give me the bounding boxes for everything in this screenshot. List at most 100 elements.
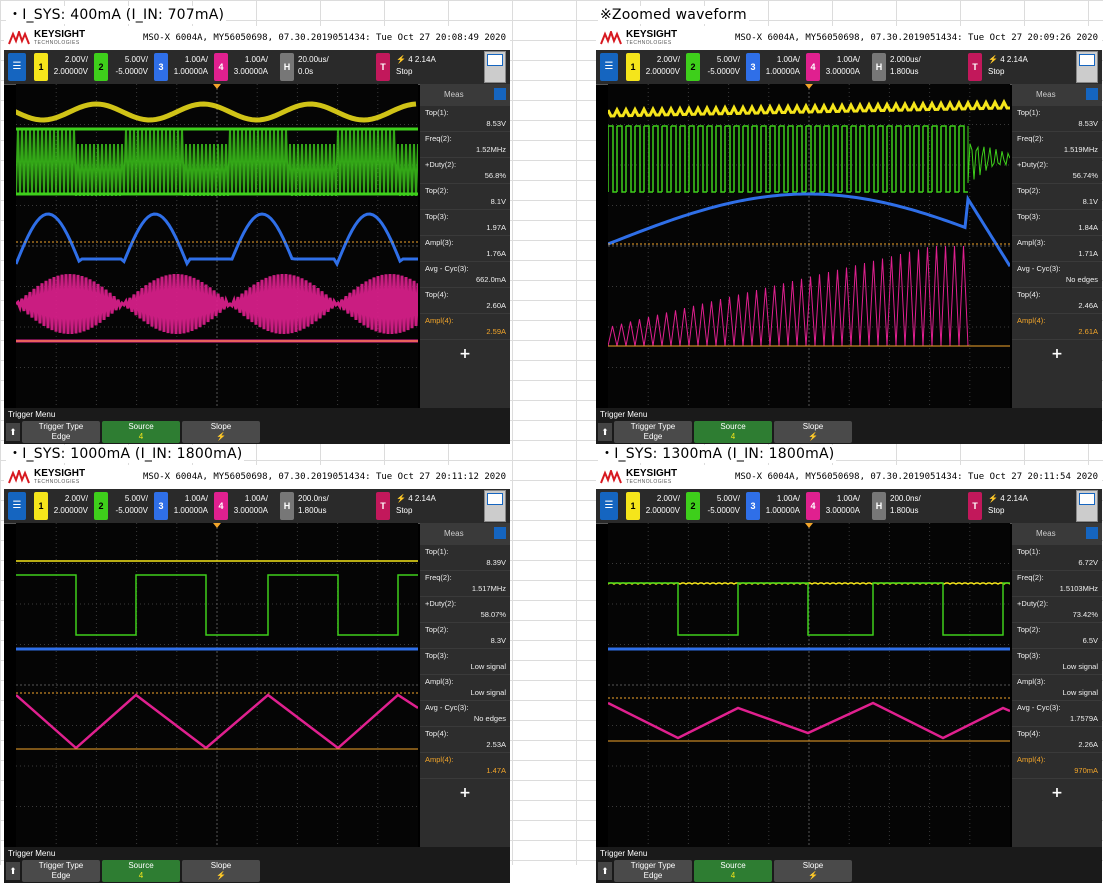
channel-1-button[interactable]: 1 <box>34 53 48 81</box>
slope-softkey[interactable]: Slope ⚡ <box>182 421 260 443</box>
meas-menu-icon[interactable] <box>1086 88 1098 100</box>
display-mode-button[interactable] <box>1076 490 1098 522</box>
source-softkey[interactable]: Source 4 <box>694 421 772 443</box>
measurement-row[interactable]: Top(4): 2.26A <box>1012 727 1102 753</box>
menu-button[interactable]: ☰ <box>8 492 26 520</box>
channel-4-button[interactable]: 4 <box>806 492 820 520</box>
source-softkey[interactable]: Source 4 <box>102 421 180 443</box>
slope-softkey[interactable]: Slope ⚡ <box>774 860 852 882</box>
measurement-row[interactable]: Top(3): Low signal <box>1012 649 1102 675</box>
measurement-row[interactable]: Freq(2): 1.519MHz <box>1012 132 1102 158</box>
measurement-label: Ampl(3): <box>1017 238 1046 247</box>
channel-3-button[interactable]: 3 <box>746 53 760 81</box>
measurement-row[interactable]: Freq(2): 1.52MHz <box>420 132 510 158</box>
channel-2-button[interactable]: 2 <box>686 53 700 81</box>
measurement-row[interactable]: Top(2): 8.1V <box>420 184 510 210</box>
measurement-row[interactable]: Ampl(3): Low signal <box>420 675 510 701</box>
waveform-display[interactable] <box>16 84 418 408</box>
display-mode-button[interactable] <box>484 51 506 83</box>
measurement-row[interactable]: Freq(2): 1.5103MHz <box>1012 571 1102 597</box>
measurement-row[interactable]: Top(3): 1.97A <box>420 210 510 236</box>
trigger-type-softkey[interactable]: Trigger Type Edge <box>22 860 100 882</box>
measurement-row[interactable]: Ampl(4): 1.47A <box>420 753 510 779</box>
trigger-button[interactable]: T <box>376 492 390 520</box>
trigger-button[interactable]: T <box>968 492 982 520</box>
slope-softkey[interactable]: Slope ⚡ <box>774 421 852 443</box>
meas-menu-icon[interactable] <box>1086 527 1098 539</box>
measurement-row[interactable]: Top(4): 2.46A <box>1012 288 1102 314</box>
horizontal-button[interactable]: H <box>872 53 886 81</box>
source-softkey[interactable]: Source 4 <box>694 860 772 882</box>
channel-2-button[interactable]: 2 <box>94 492 108 520</box>
measurement-row[interactable]: Top(3): 1.84A <box>1012 210 1102 236</box>
measurement-row[interactable]: Ampl(4): 2.61A <box>1012 314 1102 340</box>
trigger-type-softkey[interactable]: Trigger Type Edge <box>614 860 692 882</box>
measurement-row[interactable]: Top(1): 8.53V <box>420 106 510 132</box>
window-icon <box>487 54 503 66</box>
menu-button[interactable]: ☰ <box>600 53 618 81</box>
measurement-row[interactable]: +Duty(2): 58.07% <box>420 597 510 623</box>
measurement-row[interactable]: +Duty(2): 56.8% <box>420 158 510 184</box>
measurement-label: Top(4): <box>425 290 449 299</box>
source-softkey[interactable]: Source 4 <box>102 860 180 882</box>
measurement-row[interactable]: Ampl(4): 970mA <box>1012 753 1102 779</box>
slope-softkey[interactable]: Slope ⚡ <box>182 860 260 882</box>
waveform-display[interactable] <box>608 523 1010 847</box>
add-measurement-button[interactable]: + <box>420 785 510 801</box>
trigger-button[interactable]: T <box>968 53 982 81</box>
channel-2-button[interactable]: 2 <box>686 492 700 520</box>
channel-3-button[interactable]: 3 <box>154 53 168 81</box>
measurement-row[interactable]: Top(1): 8.39V <box>420 545 510 571</box>
channel-1-button[interactable]: 1 <box>626 492 640 520</box>
channel-4-button[interactable]: 4 <box>214 492 228 520</box>
horizontal-button[interactable]: H <box>872 492 886 520</box>
measurement-row[interactable]: Top(3): Low signal <box>420 649 510 675</box>
horizontal-button[interactable]: H <box>280 492 294 520</box>
trigger-button[interactable]: T <box>376 53 390 81</box>
menu-button[interactable]: ☰ <box>8 53 26 81</box>
measurement-row[interactable]: +Duty(2): 56.74% <box>1012 158 1102 184</box>
measurement-row[interactable]: Top(2): 8.3V <box>420 623 510 649</box>
channel-4-button[interactable]: 4 <box>214 53 228 81</box>
measurement-row[interactable]: Top(1): 8.53V <box>1012 106 1102 132</box>
meas-title: Meas <box>1036 529 1056 538</box>
keysight-logo-icon <box>8 467 30 488</box>
measurement-row[interactable]: +Duty(2): 73.42% <box>1012 597 1102 623</box>
display-mode-button[interactable] <box>484 490 506 522</box>
channel-2-button[interactable]: 2 <box>94 53 108 81</box>
measurement-row[interactable]: Ampl(3): 1.71A <box>1012 236 1102 262</box>
add-measurement-button[interactable]: + <box>1012 785 1102 801</box>
channel-1-button[interactable]: 1 <box>626 53 640 81</box>
measurement-row[interactable]: Top(4): 2.53A <box>420 727 510 753</box>
measurement-row[interactable]: Freq(2): 1.517MHz <box>420 571 510 597</box>
trigger-type-softkey[interactable]: Trigger Type Edge <box>614 421 692 443</box>
measurement-row[interactable]: Top(2): 8.1V <box>1012 184 1102 210</box>
channel-4-button[interactable]: 4 <box>806 53 820 81</box>
display-mode-button[interactable] <box>1076 51 1098 83</box>
add-measurement-button[interactable]: + <box>1012 346 1102 362</box>
measurement-row[interactable]: Ampl(3): Low signal <box>1012 675 1102 701</box>
measurement-row[interactable]: Ampl(4): 2.59A <box>420 314 510 340</box>
measurement-row[interactable]: Avg - Cyc(3): 662.0mA <box>420 262 510 288</box>
menu-button[interactable]: ☰ <box>600 492 618 520</box>
measurement-row[interactable]: Top(2): 6.5V <box>1012 623 1102 649</box>
measurement-row[interactable]: Avg - Cyc(3): 1.7579A <box>1012 701 1102 727</box>
waveform-display[interactable] <box>608 84 1010 408</box>
trigger-type-softkey[interactable]: Trigger Type Edge <box>22 421 100 443</box>
measurement-row[interactable]: Avg - Cyc(3): No edges <box>1012 262 1102 288</box>
measurement-row[interactable]: Top(1): 6.72V <box>1012 545 1102 571</box>
measurement-row[interactable]: Top(4): 2.60A <box>420 288 510 314</box>
back-arrow-icon[interactable]: ⬆ <box>598 423 612 441</box>
meas-menu-icon[interactable] <box>494 88 506 100</box>
channel-3-button[interactable]: 3 <box>746 492 760 520</box>
trigger-level: 2.14A <box>1006 494 1028 503</box>
horizontal-button[interactable]: H <box>280 53 294 81</box>
add-measurement-button[interactable]: + <box>420 346 510 362</box>
channel-3-button[interactable]: 3 <box>154 492 168 520</box>
meas-menu-icon[interactable] <box>494 527 506 539</box>
measurement-row[interactable]: Avg - Cyc(3): No edges <box>420 701 510 727</box>
measurement-row[interactable]: Ampl(3): 1.76A <box>420 236 510 262</box>
waveform-display[interactable] <box>16 523 418 847</box>
back-arrow-icon[interactable]: ⬆ <box>6 423 20 441</box>
channel-1-button[interactable]: 1 <box>34 492 48 520</box>
